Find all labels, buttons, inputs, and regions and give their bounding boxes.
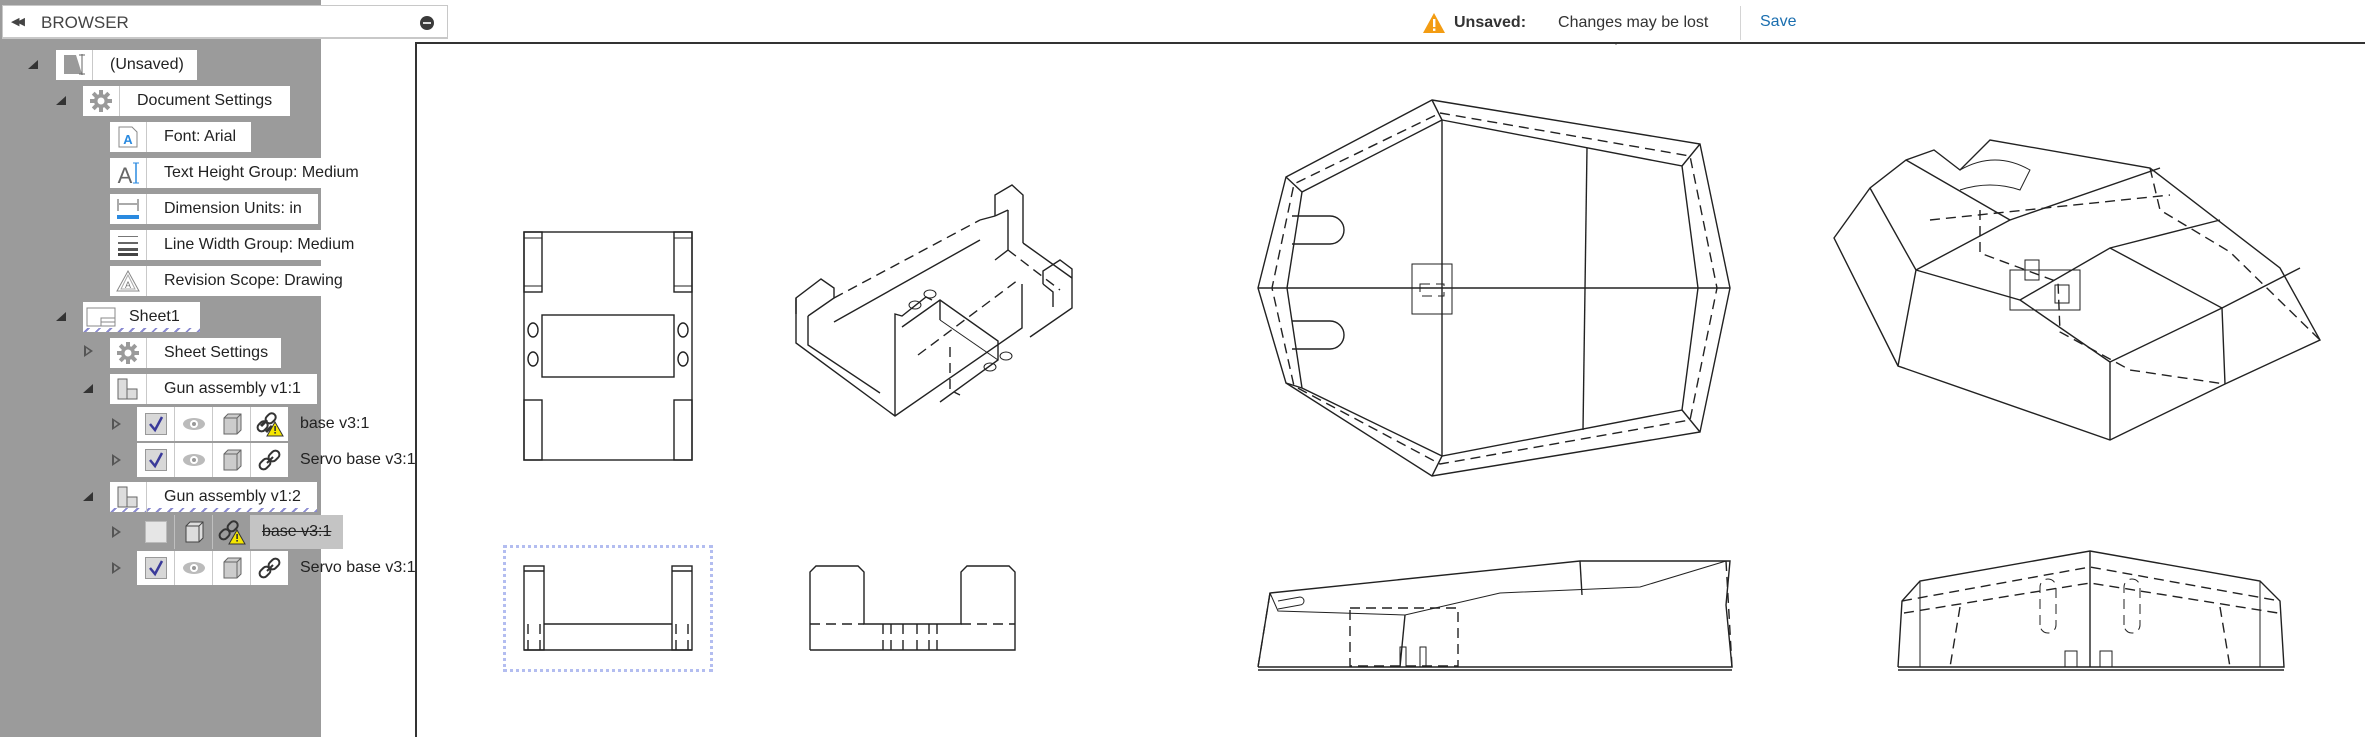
include-checkbox[interactable]: [137, 551, 175, 585]
dimension-units-icon: [110, 194, 147, 224]
setting-revision-scope[interactable]: A Revision Scope: Drawing: [110, 266, 350, 296]
gun-base-side-view[interactable]: [1890, 545, 2290, 675]
browser-header: ◀◀ BROWSER: [2, 5, 448, 39]
warning-triangle-icon: [1423, 13, 1445, 33]
tree-label: Dimension Units: in: [164, 200, 302, 217]
tree-label: Gun assembly v1:2: [164, 488, 301, 505]
tree-label: Document Settings: [137, 92, 273, 109]
expand-toggle-document-settings[interactable]: [54, 93, 68, 107]
tree-label: Sheet1: [129, 308, 180, 325]
browser-title: BROWSER: [41, 13, 129, 32]
tree-node-view-1[interactable]: Gun assembly v1:1: [110, 374, 317, 404]
double-left-arrow-icon[interactable]: ◀◀: [11, 15, 25, 28]
component-row[interactable]: Servo base v3:1: [137, 443, 416, 477]
gear-icon: [83, 86, 120, 116]
setting-line-width[interactable]: Line Width Group: Medium: [110, 230, 358, 260]
expand-toggle-sheet-settings[interactable]: [81, 344, 95, 358]
tree-node-sheet-settings[interactable]: Sheet Settings: [110, 338, 281, 368]
gun-base-top-view[interactable]: [1250, 96, 1740, 488]
unsaved-status: Unsaved: Changes may be lost: [1422, 8, 1708, 38]
unsaved-message: Changes may be lost: [1558, 14, 1709, 31]
sheet-left-border: [415, 43, 417, 737]
broken-link-warning-icon: [213, 515, 250, 549]
gun-base-front-view[interactable]: [1250, 545, 1740, 675]
minus-circle-icon[interactable]: [420, 16, 434, 30]
svg-text:A: A: [123, 132, 133, 147]
tree-label: Sheet Settings: [164, 344, 269, 361]
component-name: Servo base v3:1: [300, 559, 416, 576]
expand-toggle-component[interactable]: [109, 453, 123, 467]
expand-toggle-view-2[interactable]: [81, 489, 95, 503]
component-name: Servo base v3:1: [300, 451, 416, 468]
drawing-icon: [56, 50, 93, 80]
tree-node-document-settings[interactable]: Document Settings: [83, 86, 290, 116]
assembly-icon: [110, 374, 147, 404]
tree-label: Revision Scope: Drawing: [164, 272, 343, 289]
topbar-divider: [1740, 6, 1741, 40]
component-name: base v3:1: [300, 415, 370, 432]
tree-node-sheet1[interactable]: Sheet1: [83, 302, 200, 332]
body-cube-icon: [175, 515, 213, 549]
servo-base-top-view[interactable]: [520, 228, 696, 464]
font-icon: A: [110, 122, 147, 152]
servo-base-side-view[interactable]: [806, 562, 1046, 654]
setting-text-height[interactable]: A Text Height Group: Medium: [110, 158, 360, 188]
tree-label: Gun assembly v1:1: [164, 380, 301, 397]
include-checkbox[interactable]: [137, 443, 175, 477]
tree-node-view-2[interactable]: Gun assembly v1:2: [110, 482, 317, 512]
tree-label: Line Width Group: Medium: [164, 236, 355, 253]
component-row[interactable]: base v3:1: [137, 407, 369, 441]
expand-toggle-component[interactable]: [109, 525, 123, 539]
unsaved-label: Unsaved:: [1454, 14, 1527, 31]
broken-link-warning-icon: [251, 407, 288, 441]
include-checkbox[interactable]: [137, 407, 175, 441]
component-row-suppressed[interactable]: base v3:1: [137, 515, 344, 549]
caret-marker: [1614, 42, 1618, 45]
body-cube-icon: [213, 443, 251, 477]
body-cube-icon: [213, 551, 251, 585]
link-icon: [251, 551, 288, 585]
eye-icon[interactable]: [175, 407, 213, 441]
svg-text:A: A: [125, 280, 131, 290]
component-name: base v3:1: [250, 515, 344, 549]
tree-label: (Unsaved): [110, 56, 184, 73]
tree-node-root[interactable]: (Unsaved): [56, 50, 197, 80]
sheet-icon: [83, 302, 119, 332]
body-cube-icon: [213, 407, 251, 441]
setting-dimension-units[interactable]: Dimension Units: in: [110, 194, 318, 224]
revision-icon: A: [110, 266, 147, 296]
gun-base-isometric-view[interactable]: [1830, 120, 2330, 450]
component-row[interactable]: Servo base v3:1: [137, 551, 416, 585]
servo-base-isometric-view[interactable]: [690, 180, 1080, 420]
tree-label: Text Height Group: Medium: [164, 164, 359, 181]
canvas-margin: [321, 0, 415, 737]
eye-icon[interactable]: [175, 551, 213, 585]
expand-toggle-view-1[interactable]: [81, 381, 95, 395]
expand-toggle-component[interactable]: [109, 417, 123, 431]
line-width-icon: [110, 230, 147, 260]
save-button[interactable]: Save: [1760, 13, 1796, 31]
expand-toggle-root[interactable]: [26, 57, 40, 71]
eye-icon[interactable]: [175, 443, 213, 477]
assembly-icon: [110, 482, 147, 512]
setting-font[interactable]: A Font: Arial: [110, 122, 251, 152]
svg-text:A: A: [118, 163, 133, 186]
sheet-top-border: [415, 42, 2365, 44]
include-checkbox[interactable]: [137, 515, 175, 549]
tree-label: Font: Arial: [164, 128, 237, 145]
text-height-icon: A: [110, 158, 147, 188]
link-icon: [251, 443, 288, 477]
servo-base-front-view[interactable]: [520, 562, 696, 654]
expand-toggle-component[interactable]: [109, 561, 123, 575]
gear-icon: [110, 338, 147, 368]
expand-toggle-sheet1[interactable]: [54, 309, 68, 323]
